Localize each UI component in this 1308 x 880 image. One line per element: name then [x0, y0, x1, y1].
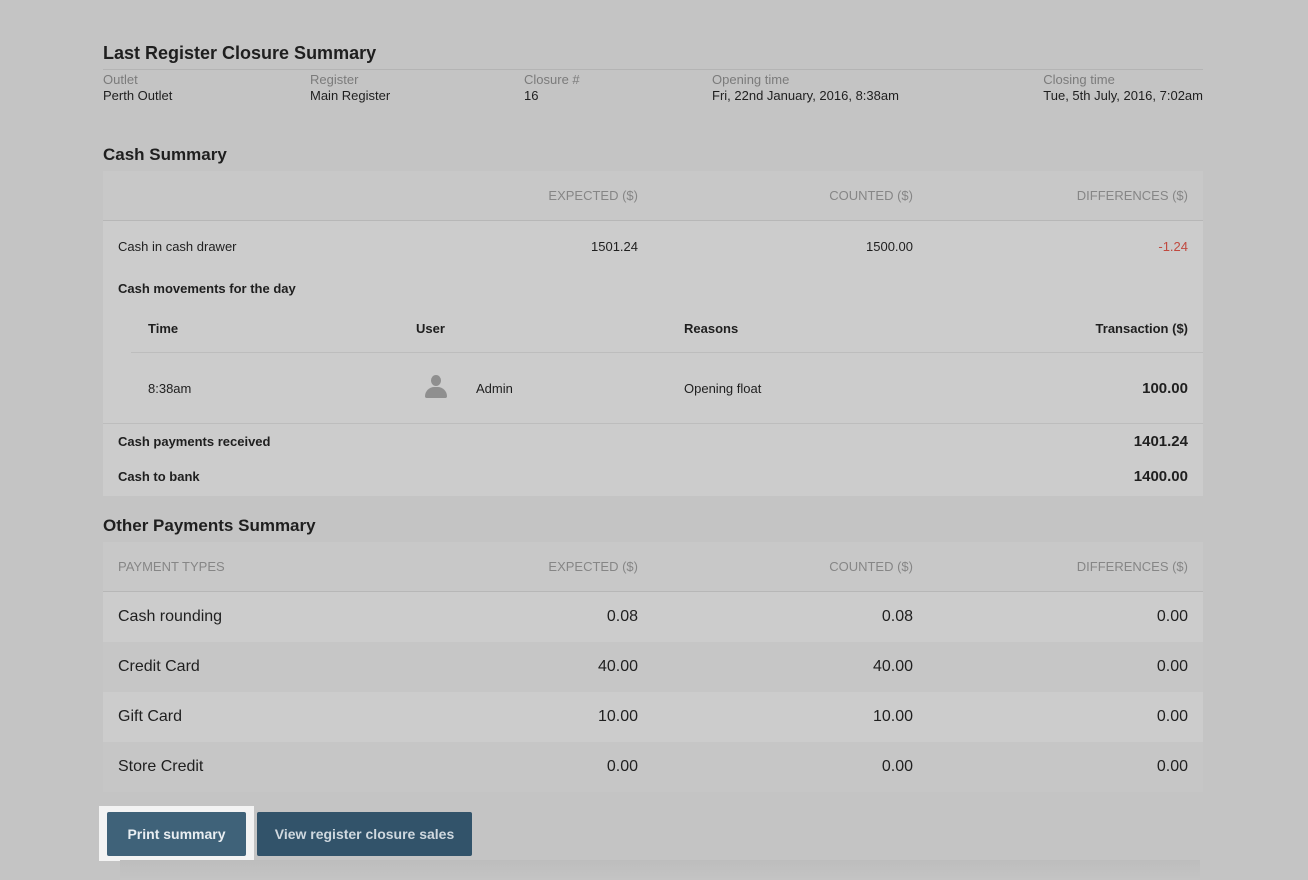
cash-summary-title: Cash Summary: [103, 145, 227, 164]
payment-expected: 10.00: [597, 708, 638, 725]
page-title: Last Register Closure Summary: [103, 43, 377, 63]
payment-difference: 0.00: [1156, 758, 1188, 775]
closing-time-label: Closing time: [1043, 72, 1115, 87]
meta-closing-time: Closing time Tue, 5th July, 2016, 7:02am: [1043, 72, 1203, 104]
expected-header: EXPECTED ($): [548, 559, 638, 574]
payment-row-cash-rounding: Cash rounding 0.08 0.08 0.00: [103, 592, 1203, 642]
cash-to-bank-value: 1400.00: [1133, 468, 1188, 485]
movement-reason: Opening float: [684, 381, 762, 396]
payment-type: Gift Card: [118, 708, 183, 725]
transaction-header: Transaction ($): [1095, 321, 1188, 336]
cash-summary-header: EXPECTED ($) COUNTED ($) DIFFERENCES ($): [103, 171, 1203, 221]
cash-payments-received-label: Cash payments received: [118, 434, 271, 449]
payment-row-store-credit: Store Credit 0.00 0.00 0.00: [103, 742, 1203, 792]
cash-payments-received-row: Cash payments received 1401.24: [103, 424, 1203, 459]
closure-meta: Outlet Perth Outlet Register Main Regist…: [103, 70, 1203, 110]
payment-difference: 0.00: [1156, 708, 1188, 725]
movement-transaction: 100.00: [1142, 380, 1188, 397]
closing-time-value: Tue, 5th July, 2016, 7:02am: [1043, 88, 1203, 103]
cash-movement-row: 8:38am Admin Opening float 100.00: [103, 353, 1203, 424]
movement-user: Admin: [476, 381, 513, 396]
expected-header: EXPECTED ($): [548, 188, 638, 203]
footer-shadow: [120, 860, 1200, 880]
payment-row-gift-card: Gift Card 10.00 10.00 0.00: [103, 692, 1203, 742]
meta-opening-time: Opening time Fri, 22nd January, 2016, 8:…: [712, 72, 899, 104]
opening-time-label: Opening time: [712, 72, 790, 87]
register-label: Register: [310, 72, 359, 87]
opening-time-value: Fri, 22nd January, 2016, 8:38am: [712, 88, 899, 103]
register-value: Main Register: [310, 88, 391, 103]
time-header: Time: [148, 321, 179, 336]
person-icon: [424, 375, 448, 401]
print-summary-button[interactable]: Print summary: [107, 812, 246, 856]
other-payments-header: PAYMENT TYPES EXPECTED ($) COUNTED ($) D…: [103, 542, 1203, 592]
payment-row-credit-card: Credit Card 40.00 40.00 0.00: [103, 642, 1203, 692]
payment-expected: 40.00: [597, 658, 638, 675]
payment-expected: 0.00: [606, 758, 638, 775]
meta-closure: Closure # 16: [524, 72, 580, 104]
view-closure-sales-button[interactable]: View register closure sales: [257, 812, 472, 856]
payment-difference: 0.00: [1156, 608, 1188, 625]
closure-label: Closure #: [524, 72, 580, 87]
cash-movements-header: Time User Reasons Transaction ($): [131, 304, 1203, 353]
meta-outlet: Outlet Perth Outlet: [103, 72, 172, 104]
closure-value: 16: [524, 88, 539, 103]
differences-header: DIFFERENCES ($): [1076, 188, 1188, 203]
cash-payments-received-value: 1401.24: [1133, 433, 1188, 450]
content: Last Register Closure Summary Outlet Per…: [103, 40, 1203, 792]
cash-summary-panel: EXPECTED ($) COUNTED ($) DIFFERENCES ($)…: [103, 171, 1203, 496]
outlet-value: Perth Outlet: [103, 88, 173, 103]
payment-counted: 40.00: [872, 658, 913, 675]
movement-time: 8:38am: [148, 381, 192, 396]
payment-type: Store Credit: [118, 758, 204, 775]
payment-type: Cash rounding: [118, 608, 223, 625]
differences-header: DIFFERENCES ($): [1076, 559, 1188, 574]
payment-counted: 10.00: [872, 708, 913, 725]
meta-register: Register Main Register: [310, 72, 390, 104]
cash-to-bank-label: Cash to bank: [118, 469, 200, 484]
other-payments-title: Other Payments Summary: [103, 516, 316, 535]
payment-expected: 0.08: [606, 608, 638, 625]
payment-types-header: PAYMENT TYPES: [118, 559, 225, 574]
counted-header: COUNTED ($): [829, 559, 913, 574]
cash-drawer-row: Cash in cash drawer 1501.24 1500.00 -1.2…: [103, 221, 1203, 263]
counted-header: COUNTED ($): [829, 188, 913, 203]
other-payments-panel: PAYMENT TYPES EXPECTED ($) COUNTED ($) D…: [103, 542, 1203, 792]
payment-difference: 0.00: [1156, 658, 1188, 675]
payment-counted: 0.00: [881, 758, 913, 775]
payment-counted: 0.08: [881, 608, 913, 625]
user-header: User: [416, 321, 445, 336]
register-closure-page: Last Register Closure Summary Outlet Per…: [0, 0, 1308, 880]
outlet-label: Outlet: [103, 72, 138, 87]
cash-movements-title-row: Cash movements for the day: [103, 263, 1203, 304]
payment-type: Credit Card: [118, 658, 200, 675]
reasons-header: Reasons: [684, 321, 739, 336]
cash-to-bank-row: Cash to bank 1400.00: [103, 459, 1203, 494]
